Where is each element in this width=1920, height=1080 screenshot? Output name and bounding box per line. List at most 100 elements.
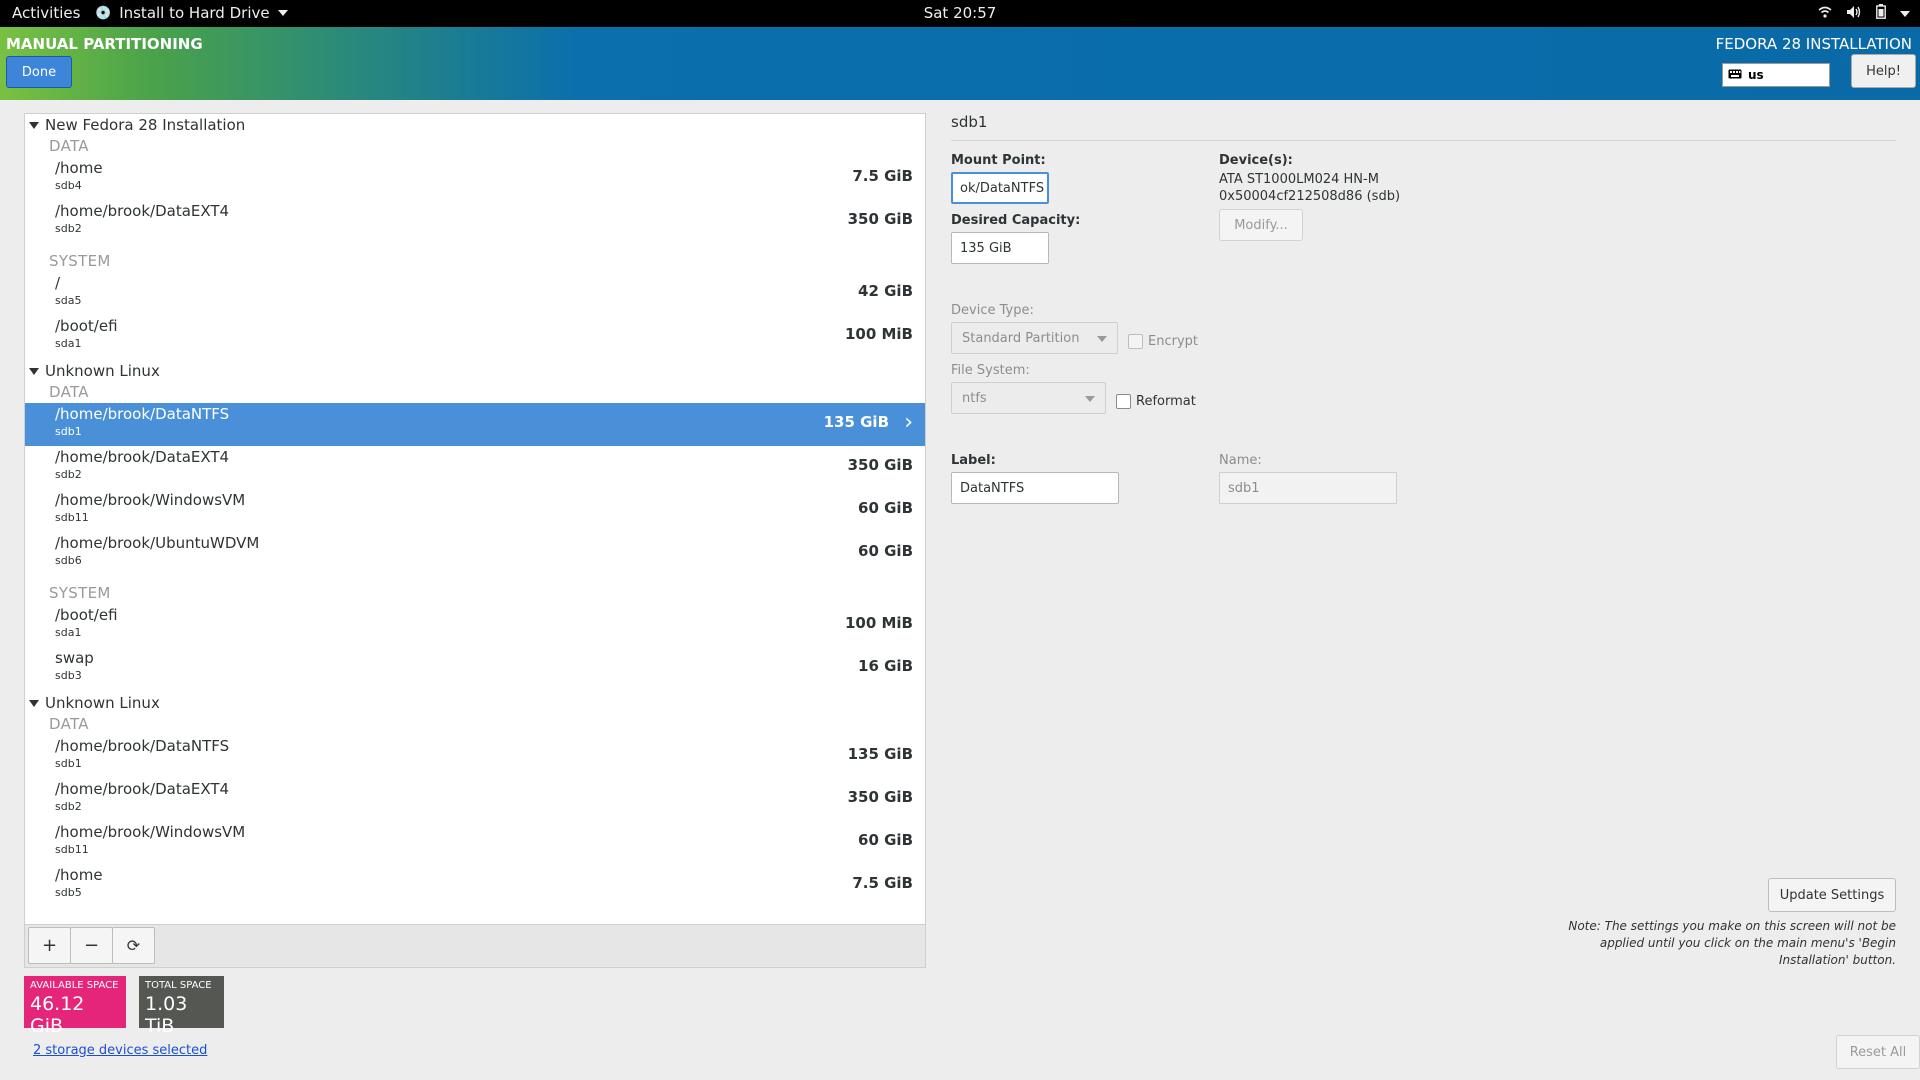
system-tray[interactable] xyxy=(1818,4,1910,23)
device-name: sdb1 xyxy=(55,425,82,438)
partition-size: 135 GiB xyxy=(823,413,889,431)
clock[interactable]: Sat 20:57 xyxy=(924,4,997,22)
installer-icon: 💿 xyxy=(95,5,112,21)
install-group-header[interactable]: New Fedora 28 Installation xyxy=(29,116,245,134)
mount-point-row[interactable]: /home/brook/UbuntuWDVM sdb6 60 GiB xyxy=(25,532,925,575)
mount-point-input[interactable]: ok/DataNTFS xyxy=(951,172,1049,204)
device-name: sdb4 xyxy=(55,179,82,192)
device-name: sdb11 xyxy=(55,511,89,524)
available-space-box: AVAILABLE SPACE 46.12 GiB xyxy=(24,976,126,1037)
install-group-header[interactable]: Unknown Linux xyxy=(29,694,160,712)
modify-button[interactable]: Modify... xyxy=(1219,209,1303,241)
wifi-icon xyxy=(1818,5,1832,23)
partition-size: 135 GiB xyxy=(847,745,913,763)
mount-point-path: /home/brook/DataEXT4 xyxy=(55,780,230,798)
device-name: sdb6 xyxy=(55,554,82,567)
device-name: sdb1 xyxy=(55,757,82,770)
desired-capacity-input[interactable]: 135 GiB xyxy=(951,232,1049,264)
mount-point-row[interactable]: /home/brook/WindowsVM sdb11 60 GiB xyxy=(25,489,925,532)
chevron-down-icon xyxy=(1900,10,1910,17)
mount-point-row[interactable]: /home/brook/WindowsVM sdb11 60 GiB xyxy=(25,821,925,864)
reset-all-button[interactable]: Reset All xyxy=(1836,1035,1920,1069)
add-mount-point-button[interactable]: + xyxy=(28,927,71,964)
done-button[interactable]: Done xyxy=(6,56,72,88)
mount-point-path: /boot/efi xyxy=(55,317,118,335)
partition-size: 60 GiB xyxy=(858,499,913,517)
activities-button[interactable]: Activities xyxy=(12,4,80,22)
total-space-box: TOTAL SPACE 1.03 TiB xyxy=(139,976,224,1037)
keyboard-icon xyxy=(1728,68,1742,82)
section-label: DATA xyxy=(49,383,89,401)
mount-point-path: /home xyxy=(55,159,103,177)
chevron-down-icon xyxy=(1085,396,1095,402)
partition-tree-pane: New Fedora 28 Installation DATA/home sdb4 7… xyxy=(24,113,926,925)
mount-point-row[interactable]: /home/brook/DataEXT4 sdb2 350 GiB xyxy=(25,446,925,489)
install-group-name: Unknown Linux xyxy=(45,362,160,380)
selected-device-title: sdb1 xyxy=(951,113,988,131)
total-space-value: 1.03 TiB xyxy=(145,993,188,1037)
remove-mount-point-button[interactable]: − xyxy=(70,927,113,964)
chevron-down-icon xyxy=(277,10,288,16)
mount-point-row[interactable]: / sda5 42 GiB xyxy=(25,272,925,315)
help-button[interactable]: Help! xyxy=(1851,54,1916,88)
mount-point-row[interactable]: /home/brook/DataEXT4 sdb2 350 GiB xyxy=(25,200,925,243)
mount-point-row[interactable]: /home sdb5 7.5 GiB xyxy=(25,864,925,907)
partition-size: 60 GiB xyxy=(858,542,913,560)
expander-icon xyxy=(29,121,39,129)
install-group-header[interactable]: Unknown Linux xyxy=(29,362,160,380)
reformat-checkbox[interactable]: Reformat xyxy=(1116,394,1196,409)
update-settings-button[interactable]: Update Settings xyxy=(1768,878,1896,912)
name-input[interactable]: sdb1 xyxy=(1219,472,1397,504)
section-label: DATA xyxy=(49,137,89,155)
mount-point-path: /home/brook/DataNTFS xyxy=(55,405,230,423)
mount-point-row[interactable]: /boot/efi sda1 100 MiB xyxy=(25,315,925,358)
install-group-name: Unknown Linux xyxy=(45,694,160,712)
label-input[interactable]: DataNTFS xyxy=(951,472,1119,504)
mount-point-path: swap xyxy=(55,649,94,667)
spoke-header: MANUAL PARTITIONING Done FEDORA 28 INSTA… xyxy=(0,27,1920,100)
mount-point-row[interactable]: /home/brook/DataNTFS sdb1 135 GiB › xyxy=(25,403,925,446)
file-system-select[interactable]: ntfs xyxy=(951,382,1106,414)
partition-size: 7.5 GiB xyxy=(852,874,913,892)
keyboard-layout-indicator[interactable]: us xyxy=(1722,63,1830,87)
partition-size: 350 GiB xyxy=(847,210,913,228)
chevron-right-icon: › xyxy=(904,410,913,435)
keyboard-layout-label: us xyxy=(1748,68,1764,82)
mount-point-row[interactable]: /boot/efi sda1 100 MiB xyxy=(25,604,925,647)
partition-toolbar: + − ⟳ xyxy=(24,925,926,968)
device-name: sdb3 xyxy=(55,669,82,682)
partition-size: 16 GiB xyxy=(858,657,913,675)
app-menu[interactable]: 💿 Install to Hard Drive xyxy=(95,4,288,22)
encrypt-checkbox[interactable]: Encrypt xyxy=(1128,334,1198,349)
refresh-button[interactable]: ⟳ xyxy=(112,927,155,964)
devices-id: 0x50004cf212508d86 (sdb) xyxy=(1219,189,1401,204)
partition-size: 350 GiB xyxy=(847,788,913,806)
device-name: sda5 xyxy=(55,294,82,307)
mount-point-path: /home/brook/UbuntuWDVM xyxy=(55,534,260,552)
partition-size: 60 GiB xyxy=(858,831,913,849)
available-space-value: 46.12 GiB xyxy=(30,993,85,1037)
partition-size: 100 MiB xyxy=(844,325,913,343)
mount-point-row[interactable]: /home/brook/DataEXT4 sdb2 350 GiB xyxy=(25,778,925,821)
mount-point-label: Mount Point: xyxy=(951,153,1046,168)
device-name: sda1 xyxy=(55,626,82,639)
mount-point-row[interactable]: /home/brook/DataNTFS sdb1 135 GiB xyxy=(25,735,925,778)
storage-devices-link[interactable]: 2 storage devices selected xyxy=(33,1043,207,1058)
checkbox-box xyxy=(1116,394,1131,409)
mount-point-row[interactable]: /home sdb4 7.5 GiB xyxy=(25,157,925,200)
mount-point-path: /home xyxy=(55,866,103,884)
device-name: sdb5 xyxy=(55,886,82,899)
partition-size: 7.5 GiB xyxy=(852,167,913,185)
device-type-select[interactable]: Standard Partition xyxy=(951,322,1118,354)
mount-point-path: /boot/efi xyxy=(55,606,118,624)
battery-icon xyxy=(1876,4,1886,23)
settings-note: Note: The settings you make on this scre… xyxy=(1568,919,1896,967)
reformat-label: Reformat xyxy=(1136,394,1196,409)
install-group-name: New Fedora 28 Installation xyxy=(45,116,246,134)
total-space-label: TOTAL SPACE xyxy=(145,980,212,991)
product-title: FEDORA 28 INSTALLATION xyxy=(1715,35,1912,53)
section-label: DATA xyxy=(49,715,89,733)
mount-point-path: /home/brook/DataEXT4 xyxy=(55,448,230,466)
mount-point-row[interactable]: swap sdb3 16 GiB xyxy=(25,647,925,690)
partition-size: 42 GiB xyxy=(858,282,913,300)
